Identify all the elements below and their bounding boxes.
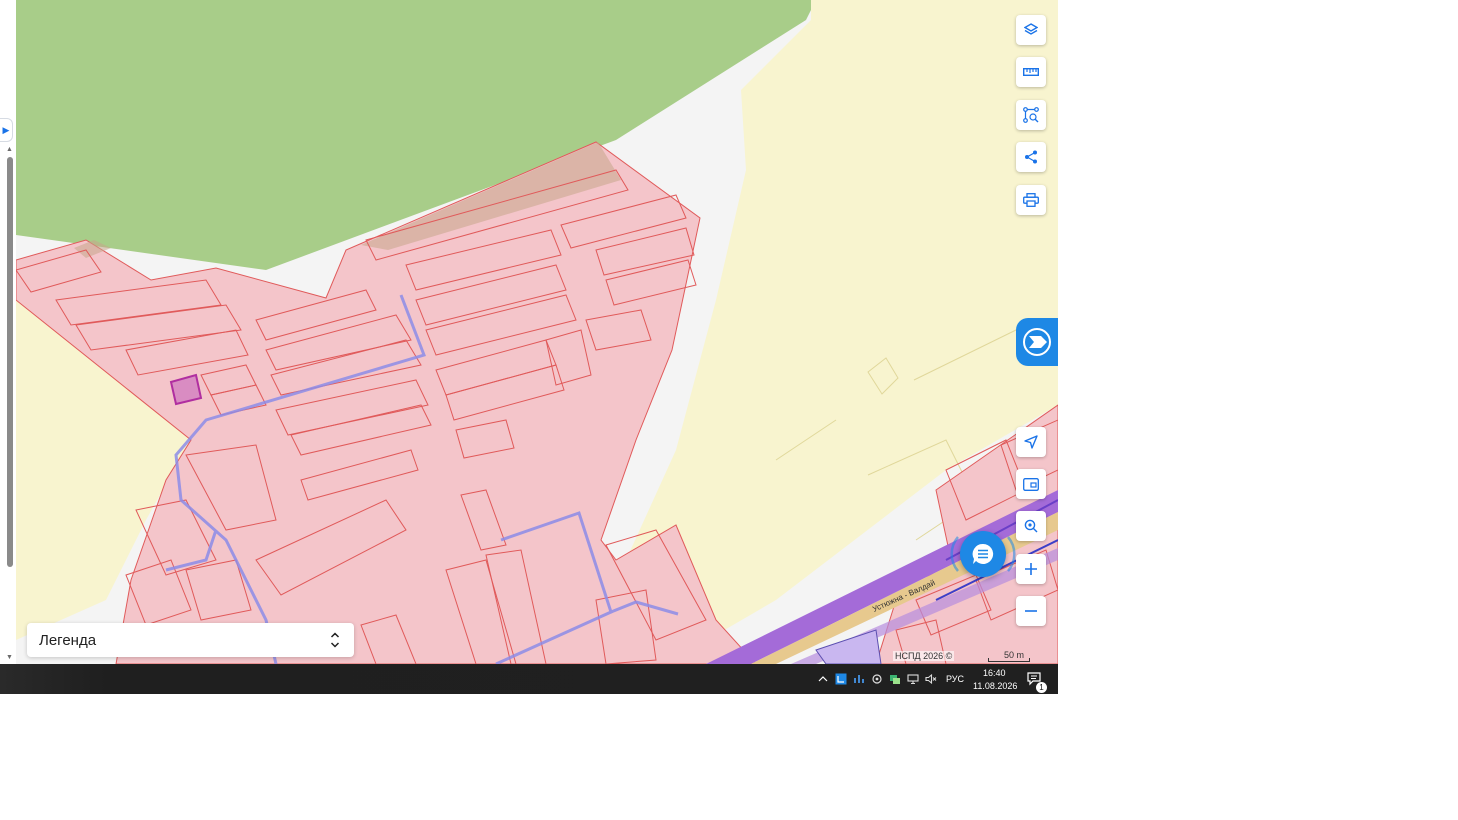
printer-icon (1023, 193, 1039, 207)
speaker-muted-icon[interactable] (925, 673, 937, 685)
ruler-button[interactable] (1016, 57, 1046, 87)
camera-tray-icon[interactable] (871, 673, 883, 685)
scale-bar: 50 m (988, 650, 1030, 662)
app-tray-icon[interactable] (835, 673, 847, 685)
map-layer: Устюжна - Валдай (16, 0, 1058, 664)
legend-label: Легенда (39, 632, 97, 649)
layers-button[interactable] (1016, 15, 1046, 45)
chevron-right-icon: ▶ (2, 124, 10, 135)
zoom-out-button[interactable] (1016, 596, 1046, 626)
chat-bubble-icon (972, 543, 994, 564)
chat-button[interactable] (960, 531, 1006, 577)
layers-icon (1024, 23, 1038, 35)
scroll-down-arrow-icon[interactable]: ▼ (5, 653, 14, 663)
scroll-up-arrow-icon[interactable]: ▲ (5, 145, 14, 155)
clock-date[interactable]: 11.08.2026 (973, 681, 1017, 691)
monitor-tray-icon[interactable] (907, 673, 919, 685)
ruler-icon (1023, 68, 1039, 76)
notification-count-badge: 1 (1036, 682, 1047, 693)
geolocation-button[interactable] (1016, 427, 1046, 457)
navigation-arrow-icon (1024, 435, 1038, 449)
scale-line (988, 658, 1030, 662)
panel-expand-toggle[interactable]: ▶ (0, 118, 13, 142)
zoom-in-button[interactable] (1016, 554, 1046, 584)
share-button[interactable] (1016, 142, 1046, 172)
nspd-logo-icon (1023, 328, 1051, 356)
chevron-up-icon[interactable] (817, 673, 829, 685)
messenger-tray-icon[interactable] (889, 673, 901, 685)
map-canvas[interactable]: Устюжна - Валдай НСПД 2026 © 50 m (16, 0, 1058, 664)
share-icon (1025, 150, 1037, 164)
network-tray-icon[interactable] (853, 673, 865, 685)
area-select-button[interactable] (1016, 100, 1046, 130)
location-search-icon (1024, 519, 1038, 533)
plus-icon (1025, 563, 1037, 575)
nspd-brand-tab[interactable] (1016, 318, 1058, 366)
print-button[interactable] (1016, 185, 1046, 215)
chevron-up-down-icon (330, 632, 340, 648)
location-search-button[interactable] (1016, 511, 1046, 541)
map-attribution: НСПД 2026 © (893, 651, 955, 661)
picture-in-picture-icon (1023, 477, 1039, 491)
screenshot: Устюжна - Валдай НСПД 2026 © 50 m ▶ ▲ ▼ (0, 0, 1058, 694)
minimap-button[interactable] (1016, 469, 1046, 499)
scroll-thumb[interactable] (7, 157, 13, 567)
area-select-icon (1023, 107, 1039, 123)
input-language[interactable]: РУС (946, 674, 964, 684)
minus-icon (1025, 610, 1037, 612)
clock-time[interactable]: 16:40 (983, 668, 1006, 678)
scrollbar[interactable]: ▲ ▼ (5, 145, 14, 663)
legend-dropdown[interactable]: Легенда (27, 623, 354, 657)
